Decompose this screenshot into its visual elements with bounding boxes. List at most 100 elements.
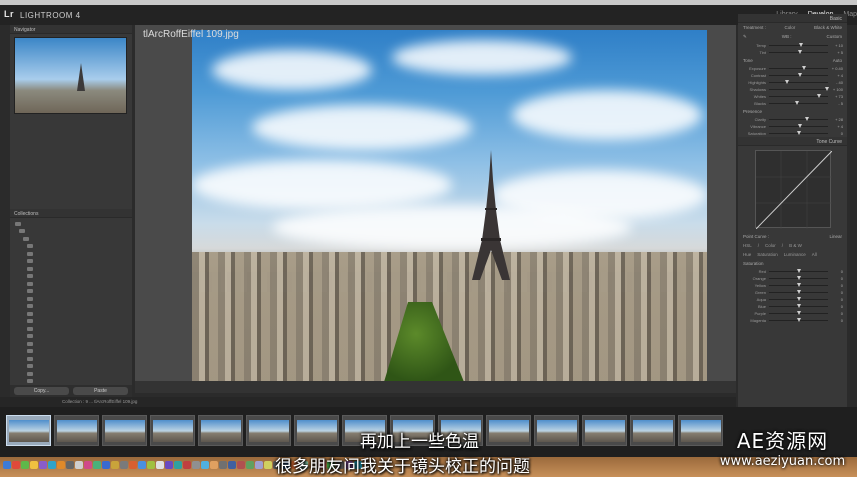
slider-value[interactable]: 0 <box>831 318 843 323</box>
slider-track[interactable] <box>769 290 828 294</box>
filmstrip-thumbnail[interactable] <box>246 415 291 446</box>
tab-hsl[interactable]: HSL <box>743 243 752 248</box>
dock-app-icon[interactable] <box>39 461 47 469</box>
collection-row[interactable] <box>15 318 127 326</box>
tab-color[interactable]: Color <box>765 243 776 248</box>
basic-header[interactable]: Basic <box>738 14 847 23</box>
dock-app-icon[interactable] <box>48 461 56 469</box>
slider-value[interactable]: + 4 <box>831 73 843 78</box>
slider-value[interactable]: 0 <box>831 311 843 316</box>
slider-thumb[interactable] <box>796 304 801 308</box>
dock-app-icon[interactable] <box>12 461 20 469</box>
slider-thumb[interactable] <box>817 94 822 98</box>
collection-row[interactable] <box>15 295 127 303</box>
slider-thumb[interactable] <box>797 73 802 77</box>
slider-track[interactable] <box>769 276 828 280</box>
preset-row[interactable] <box>15 202 127 208</box>
paste-button[interactable]: Paste <box>73 387 128 395</box>
dock-app-icon[interactable] <box>120 461 128 469</box>
dock-app-icon[interactable] <box>255 461 263 469</box>
slider-track[interactable] <box>769 73 828 77</box>
wb-value[interactable]: Custom <box>826 34 842 40</box>
collection-row[interactable] <box>15 243 127 251</box>
slider-track[interactable] <box>769 94 828 98</box>
filmstrip-thumbnail[interactable] <box>534 415 579 446</box>
tone-auto-button[interactable]: Auto <box>833 58 842 63</box>
dock-app-icon[interactable] <box>228 461 236 469</box>
dock-app-icon[interactable] <box>264 461 272 469</box>
slider-value[interactable]: + 0.40 <box>831 66 843 71</box>
navigator-preview[interactable] <box>14 37 127 114</box>
slider-track[interactable] <box>769 283 828 287</box>
dock-app-icon[interactable] <box>102 461 110 469</box>
dock-app-icon[interactable] <box>129 461 137 469</box>
slider-value[interactable]: + 4 <box>831 124 843 129</box>
collection-row[interactable] <box>15 273 127 281</box>
slider-value[interactable]: 0 <box>831 290 843 295</box>
collection-row[interactable] <box>15 250 127 258</box>
slider-track[interactable] <box>769 117 828 121</box>
treatment-color[interactable]: Color <box>785 25 796 30</box>
slider-track[interactable] <box>769 50 828 54</box>
collection-row[interactable] <box>15 265 127 273</box>
slider-value[interactable]: - 40 <box>831 80 843 85</box>
slider-thumb[interactable] <box>796 276 801 280</box>
slider-track[interactable] <box>769 43 828 47</box>
dock-app-icon[interactable] <box>21 461 29 469</box>
dock-app-icon[interactable] <box>210 461 218 469</box>
slider-value[interactable]: + 5 <box>831 50 843 55</box>
dock-app-icon[interactable] <box>174 461 182 469</box>
filmstrip-thumbnail[interactable] <box>102 415 147 446</box>
collections-header[interactable]: Collections <box>10 209 132 218</box>
filmstrip-thumbnail[interactable] <box>150 415 195 446</box>
slider-track[interactable] <box>769 124 828 128</box>
slider-track[interactable] <box>769 318 828 322</box>
collection-row[interactable] <box>15 235 127 243</box>
slider-value[interactable]: 0 <box>831 304 843 309</box>
dock-app-icon[interactable] <box>192 461 200 469</box>
filmstrip-thumbnail[interactable] <box>630 415 675 446</box>
dock-app-icon[interactable] <box>237 461 245 469</box>
slider-value[interactable]: 0 <box>831 269 843 274</box>
tone-curve-header[interactable]: Tone Curve <box>738 137 847 146</box>
collection-row[interactable] <box>15 363 127 371</box>
slider-track[interactable] <box>769 304 828 308</box>
slider-value[interactable]: 0 <box>831 276 843 281</box>
slider-value[interactable]: 0 <box>831 283 843 288</box>
collection-row[interactable] <box>15 228 127 236</box>
treatment-bw[interactable]: Black & White <box>814 25 842 30</box>
slider-thumb[interactable] <box>796 297 801 301</box>
collection-row[interactable] <box>15 288 127 296</box>
dock-app-icon[interactable] <box>147 461 155 469</box>
collection-row[interactable] <box>15 258 127 266</box>
slider-value[interactable]: + 100 <box>831 87 843 92</box>
collection-row[interactable] <box>15 303 127 311</box>
filmstrip-thumbnail[interactable] <box>294 415 339 446</box>
main-photo[interactable] <box>192 30 707 382</box>
slider-thumb[interactable] <box>796 131 801 135</box>
dock-app-icon[interactable] <box>111 461 119 469</box>
subtab-all[interactable]: All <box>812 252 817 257</box>
dock-app-icon[interactable] <box>219 461 227 469</box>
slider-track[interactable] <box>769 131 828 135</box>
collection-row[interactable] <box>15 348 127 356</box>
copy-button[interactable]: Copy... <box>14 387 69 395</box>
collection-row[interactable] <box>15 280 127 288</box>
point-curve-select[interactable]: Linear <box>829 234 842 239</box>
dock-app-icon[interactable] <box>30 461 38 469</box>
slider-thumb[interactable] <box>796 311 801 315</box>
wb-picker-icon[interactable]: ✎ <box>743 34 747 40</box>
collection-row[interactable] <box>15 370 127 378</box>
slider-thumb[interactable] <box>799 43 804 47</box>
slider-track[interactable] <box>769 311 828 315</box>
filmstrip-thumbnail[interactable] <box>54 415 99 446</box>
subtab-hue[interactable]: Hue <box>743 252 751 257</box>
slider-value[interactable]: + 28 <box>831 117 843 122</box>
dock-app-icon[interactable] <box>138 461 146 469</box>
collection-row[interactable] <box>15 340 127 348</box>
tab-bw[interactable]: B & W <box>789 243 802 248</box>
navigator-header[interactable]: Navigator <box>10 25 132 34</box>
collection-row[interactable] <box>15 355 127 363</box>
slider-value[interactable]: 0 <box>831 297 843 302</box>
dock-app-icon[interactable] <box>3 461 11 469</box>
